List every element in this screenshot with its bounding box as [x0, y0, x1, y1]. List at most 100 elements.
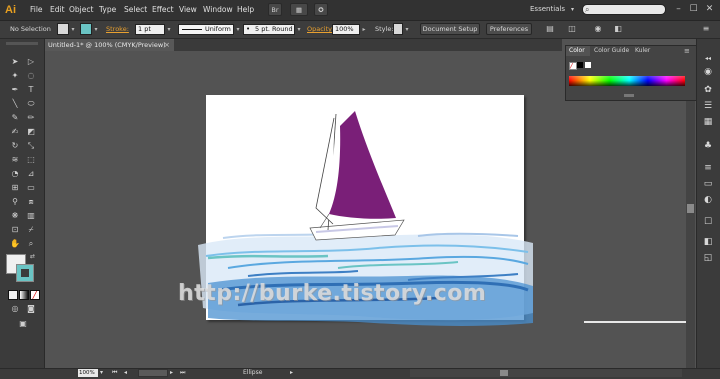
color-mode-icon[interactable]	[8, 290, 18, 300]
last-artboard-icon[interactable]: ⏭	[180, 368, 185, 378]
blend-icon[interactable]: ⧈	[24, 196, 38, 208]
none-color-chip[interactable]: ╱	[569, 62, 577, 70]
artboards-panel-icon[interactable]: ◱	[700, 252, 716, 265]
first-artboard-icon[interactable]: ⏮	[112, 368, 117, 378]
appearance-panel-icon[interactable]: ◉	[700, 66, 716, 79]
opacity-dropdown-icon[interactable]: ▸	[360, 24, 368, 35]
selection-icon[interactable]: ➤	[8, 56, 22, 68]
fill-color-swatch[interactable]	[57, 23, 69, 35]
stroke-dropdown-icon[interactable]: ▾	[92, 24, 100, 35]
opacity-label[interactable]: Opacity:	[307, 24, 334, 35]
graph-icon[interactable]: ▥	[24, 210, 38, 222]
free-transform-icon[interactable]: ⬚	[24, 154, 38, 166]
fill-dropdown-icon[interactable]: ▾	[69, 24, 77, 35]
color-guide-panel-icon[interactable]: ☰	[700, 100, 716, 113]
paintbrush-icon[interactable]: ✎	[8, 112, 22, 124]
symbol-sprayer-icon[interactable]: ❋	[8, 210, 22, 222]
opacity-field[interactable]: 100%	[332, 24, 360, 35]
screen-mode-icon[interactable]: ▣	[16, 318, 30, 330]
pencil-icon[interactable]: ✏	[24, 112, 38, 124]
menu-view[interactable]: View	[179, 4, 197, 16]
document-tab[interactable]: Untitled-1* @ 100% (CMYK/Preview)	[44, 39, 174, 51]
zoom-dropdown-icon[interactable]: ▾	[100, 368, 103, 378]
tab-color-guide[interactable]: Color Guide	[594, 46, 629, 56]
tab-color[interactable]: Color	[566, 46, 590, 56]
zoom-icon[interactable]: ⌕	[24, 238, 38, 250]
color-panel-menu-icon[interactable]: ≡	[684, 46, 694, 56]
menu-type[interactable]: Type	[99, 4, 116, 16]
status-menu-icon[interactable]: ▸	[290, 368, 293, 378]
white-color-chip[interactable]	[585, 62, 591, 68]
zoom-field[interactable]: 100%	[78, 369, 98, 377]
select-similar-icon[interactable]: ◧	[612, 23, 624, 35]
isolate-icon[interactable]: ◉	[592, 23, 604, 35]
panel-resize-handle[interactable]	[624, 94, 634, 97]
symbols-panel-icon[interactable]: ♣	[700, 140, 716, 153]
type-icon[interactable]: T	[24, 84, 38, 96]
ellipse-icon[interactable]: ⬭	[24, 98, 38, 110]
control-bar-menu-icon[interactable]: ≡	[700, 23, 712, 35]
eyedropper-icon[interactable]: ⚲	[8, 196, 22, 208]
gpu-preview-button[interactable]: ✪	[314, 3, 328, 16]
tab-kuler[interactable]: Kuler	[635, 46, 650, 56]
horizontal-scroll-thumb[interactable]	[500, 370, 508, 376]
shape-builder-icon[interactable]: ◔	[8, 168, 22, 180]
menu-effect[interactable]: Effect	[152, 4, 174, 16]
layers-panel-icon[interactable]: ◧	[700, 236, 716, 249]
graphic-styles-panel-icon[interactable]: ☐	[700, 216, 716, 229]
stroke-label[interactable]: Stroke:	[106, 24, 129, 35]
workspace-switcher[interactable]: Essentials	[530, 3, 576, 16]
swatches-panel-icon[interactable]: ▦	[700, 116, 716, 129]
black-color-chip[interactable]	[577, 62, 583, 68]
width-icon[interactable]: ≋	[8, 154, 22, 166]
swap-fill-stroke-icon[interactable]: ⇄	[30, 253, 38, 261]
artboard-number-field[interactable]	[138, 369, 168, 377]
perspective-icon[interactable]: ⊿	[24, 168, 38, 180]
horizontal-scrollbar[interactable]	[410, 369, 682, 377]
stroke-panel-icon[interactable]: ≡	[700, 162, 716, 175]
menu-object[interactable]: Object	[69, 4, 93, 16]
transform-icon[interactable]: ◫	[566, 23, 578, 35]
align-icon[interactable]: ▤	[544, 23, 556, 35]
stroke-weight-field[interactable]: 1 pt	[135, 24, 165, 35]
hand-icon[interactable]: ✋	[8, 238, 22, 250]
document-setup-button[interactable]: Document Setup	[420, 23, 480, 35]
preferences-button[interactable]: Preferences	[486, 23, 532, 35]
style-dropdown-icon[interactable]: ▾	[403, 24, 411, 35]
none-mode-icon[interactable]: ╱	[30, 290, 40, 300]
minimize-button[interactable]: –	[672, 3, 685, 16]
pen-icon[interactable]: ✒	[8, 84, 22, 96]
brush-dropdown-icon[interactable]: ▾	[295, 24, 303, 35]
magic-wand-icon[interactable]: ✦	[8, 70, 22, 82]
line-icon[interactable]: ╲	[8, 98, 22, 110]
workspace-chevron-icon[interactable]: ▾	[571, 3, 579, 16]
color-panel-icon[interactable]: ✿	[700, 84, 716, 97]
mesh-icon[interactable]: ⊞	[8, 182, 22, 194]
close-window-button[interactable]: ✕	[703, 3, 716, 16]
arrange-documents-button[interactable]: ▦	[290, 3, 308, 16]
transparency-panel-icon[interactable]: ◐	[700, 194, 716, 207]
menu-window[interactable]: Window	[203, 4, 233, 16]
draw-normal-icon[interactable]: ◎	[8, 303, 22, 315]
eraser-icon[interactable]: ◩	[24, 126, 38, 138]
close-tab-icon[interactable]: ×	[164, 39, 172, 51]
stroke-color-swatch[interactable]	[80, 23, 92, 35]
vertical-scroll-thumb[interactable]	[687, 204, 694, 213]
menu-select[interactable]: Select	[124, 4, 147, 16]
tools-panel-grip[interactable]	[6, 42, 38, 45]
menu-file[interactable]: File	[30, 4, 43, 16]
menu-help[interactable]: Help	[237, 4, 254, 16]
blob-brush-icon[interactable]: ✍	[8, 126, 22, 138]
maximize-button[interactable]: ☐	[687, 3, 700, 16]
dock-collapse-icon[interactable]: ◂◂	[700, 52, 716, 65]
prev-artboard-icon[interactable]: ◂	[124, 368, 127, 378]
direct-selection-icon[interactable]: ▷	[24, 56, 38, 68]
profile-dropdown-icon[interactable]: ▾	[234, 24, 242, 35]
draw-behind-icon[interactable]: ◙	[24, 303, 38, 315]
slice-icon[interactable]: ⌿	[24, 224, 38, 236]
rotate-icon[interactable]: ↻	[8, 140, 22, 152]
gradient-mode-icon[interactable]	[19, 290, 29, 300]
scale-icon[interactable]: ⤡	[24, 140, 38, 152]
lasso-icon[interactable]: ◌	[24, 70, 38, 82]
next-artboard-icon[interactable]: ▸	[170, 368, 173, 378]
